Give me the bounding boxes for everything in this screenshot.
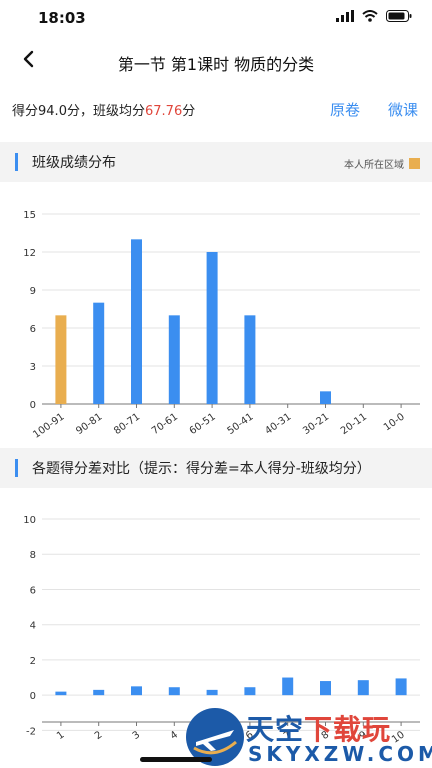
y-tick-label: 0	[30, 400, 36, 411]
bar	[282, 677, 294, 696]
wifi-icon	[362, 10, 378, 22]
bar	[131, 686, 142, 696]
x-tick-label: 1	[55, 729, 67, 742]
y-tick-label: 6	[30, 324, 36, 335]
home-indicator	[140, 757, 212, 762]
x-tick-label: 10-0	[382, 411, 407, 433]
bar	[206, 689, 218, 696]
x-tick-label: 3	[131, 729, 143, 742]
original-paper-link[interactable]: 原卷	[330, 99, 360, 120]
bar	[131, 239, 142, 404]
bar	[244, 687, 256, 696]
score-separator: ，	[79, 104, 93, 119]
y-tick-label: 8	[30, 550, 36, 561]
section-accent-bar	[15, 153, 18, 171]
bar	[93, 302, 105, 404]
page-title: 第一节 第1课时 物质的分类	[117, 55, 315, 74]
score-row: 得分94.0分，班级均分67.76分 原卷 微课	[0, 92, 432, 126]
class-average-unit: 分	[182, 104, 196, 119]
bar	[357, 680, 369, 696]
bar	[168, 315, 180, 404]
y-tick-label: 6	[30, 585, 36, 596]
x-tick-label: 100-91	[31, 411, 66, 440]
distribution-section-header: 班级成绩分布 本人所在区域	[0, 142, 432, 182]
watermark-logo: 天空下载玩 SKYXZW.COM	[186, 706, 432, 768]
chart-legend: 本人所在区域	[344, 156, 420, 171]
difference-section-title: 各题得分差对比（提示：得分差=本人得分-班级均分）	[32, 461, 371, 477]
grade-distribution-chart: 0 3 6 9 12 15 100-91 90-81 80-71 70-61 60-51 50-41 4…	[23, 210, 420, 441]
x-tick-label: 40-31	[263, 411, 293, 437]
watermark-domain: SKYXZW.COM	[248, 742, 432, 766]
section-accent-bar	[15, 459, 18, 477]
score-label: 得分	[12, 104, 39, 119]
distribution-section-title: 班级成绩分布	[32, 155, 116, 171]
difference-section-header: 各题得分差对比（提示：得分差=本人得分-班级均分）	[0, 448, 432, 488]
signal-icon	[336, 10, 354, 22]
x-tick-label: 60-51	[188, 411, 218, 437]
x-tick-label: 90-81	[74, 411, 104, 437]
bar	[320, 391, 331, 404]
y-tick-label: 0	[30, 691, 36, 702]
x-tick-label: 20-11	[339, 411, 369, 437]
class-average-label: 班级均分	[92, 104, 145, 119]
nav-bar: 第一节 第1课时 物质的分类	[0, 40, 432, 84]
score-value: 94.0分	[38, 104, 80, 119]
y-tick-label: 3	[30, 362, 36, 373]
bar	[93, 689, 105, 696]
status-icons	[336, 10, 412, 22]
x-tick-label: 80-71	[112, 411, 142, 437]
y-tick-label: 12	[23, 248, 36, 259]
bar	[206, 252, 218, 404]
class-average-value: 67.76	[145, 104, 183, 119]
status-time: 18:03	[38, 9, 86, 27]
bar	[320, 681, 331, 696]
legend-label: 本人所在区域	[344, 160, 404, 171]
x-tick-label: 4	[168, 729, 180, 742]
bar	[395, 678, 407, 696]
x-tick-label: 30-21	[301, 411, 331, 437]
y-tick-label: 4	[30, 621, 36, 632]
y-tick-label: -2	[26, 726, 36, 737]
x-tick-label: 50-41	[226, 411, 256, 437]
bar	[55, 315, 67, 404]
battery-icon	[386, 10, 412, 22]
score-summary: 得分94.0分，班级均分67.76分	[12, 100, 195, 119]
y-tick-label: 10	[23, 515, 36, 526]
legend-swatch	[409, 158, 420, 169]
x-tick-label: 2	[93, 729, 105, 742]
y-tick-label: 15	[23, 210, 36, 221]
y-tick-label: 2	[30, 656, 36, 667]
bar	[244, 315, 256, 404]
bar	[55, 691, 67, 696]
y-tick-label: 9	[30, 286, 36, 297]
status-bar: 18:03	[0, 0, 432, 40]
bar	[168, 687, 180, 696]
micro-lesson-link[interactable]: 微课	[388, 99, 418, 120]
x-tick-label: 70-61	[150, 411, 180, 437]
